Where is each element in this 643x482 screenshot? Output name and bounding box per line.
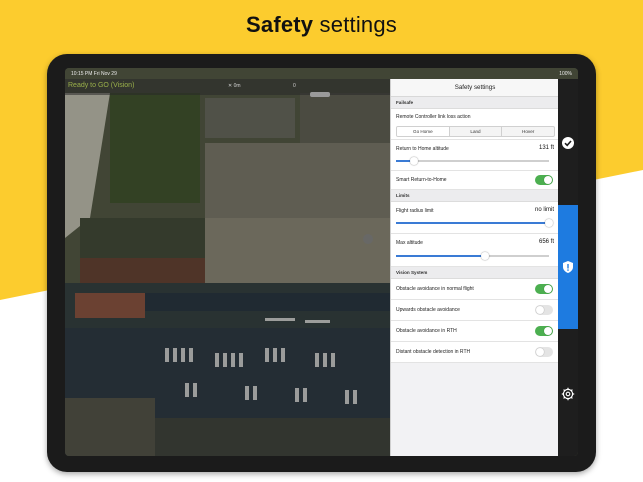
headline-bold: Safety — [246, 12, 314, 37]
max-altitude-slider-knob[interactable] — [480, 251, 489, 260]
headline-rest: settings — [313, 12, 397, 37]
vision-row-normal-flight: Obstacle avoidance in normal flight — [391, 279, 559, 300]
max-altitude-slider[interactable] — [396, 251, 549, 260]
option-go-home[interactable]: Go Home — [397, 127, 450, 136]
flight-radius-value: no limit — [534, 207, 554, 213]
link-loss-row: Remote Controller link loss action Go Ho… — [391, 109, 559, 140]
distance-value: 0m — [233, 83, 241, 89]
smart-rth-toggle[interactable] — [535, 175, 553, 185]
vision-row-rth: Obstacle avoidance in RTH — [391, 321, 559, 342]
flight-status[interactable]: Ready to GO (Vision) — [68, 82, 134, 89]
vision-row-upwards: Upwards obstacle avoidance — [391, 300, 559, 321]
headline: Safety settings — [0, 12, 643, 38]
max-altitude-row: Max altitude 656 ft — [391, 234, 559, 267]
gear-icon[interactable] — [561, 387, 575, 401]
status-bar: 10:15 PM Fri Nov 29 100% — [65, 68, 578, 79]
smart-rth-row: Smart Return-to-Home — [391, 171, 559, 190]
toggle-knob — [544, 327, 552, 335]
toggle-knob — [544, 176, 552, 184]
vision-system-list: Obstacle avoidance in normal flight Upwa… — [391, 279, 559, 363]
status-time: 10:15 PM Fri Nov 29 — [71, 71, 117, 77]
distant-detection-rth-toggle[interactable] — [535, 347, 553, 357]
option-land[interactable]: Land — [450, 127, 503, 136]
flight-radius-row: Flight radius limit no limit — [391, 202, 559, 234]
telemetry-bar: Ready to GO (Vision) ✕ 0m 0 — [65, 79, 390, 97]
link-loss-segmented-control[interactable]: Go Home Land Hover — [396, 126, 555, 137]
max-altitude-label: Max altitude — [396, 240, 423, 246]
flight-radius-slider[interactable] — [396, 218, 553, 227]
obstacle-avoidance-normal-toggle[interactable] — [535, 284, 553, 294]
rth-altitude-value: 131 ft — [538, 145, 554, 151]
toggle-knob — [536, 348, 544, 356]
drawer-handle[interactable] — [310, 92, 330, 97]
shield-alert-icon[interactable] — [561, 260, 575, 274]
section-failsafe: Failsafe — [391, 97, 559, 109]
toggle-knob — [536, 306, 544, 314]
section-limits: Limits — [391, 190, 559, 202]
panel-title: Safety settings — [391, 79, 559, 97]
signal-readout: 0 — [293, 83, 296, 89]
safety-settings-panel: Safety settings Failsafe Remote Controll… — [390, 79, 559, 456]
flight-radius-slider-fill — [396, 222, 549, 224]
distance-readout: ✕ 0m — [228, 83, 241, 89]
status-battery: 100% — [559, 71, 572, 77]
toggle-knob — [544, 285, 552, 293]
right-rail — [558, 79, 578, 456]
upwards-avoidance-toggle[interactable] — [535, 305, 553, 315]
max-altitude-value: 656 ft — [538, 239, 554, 245]
flight-radius-slider-knob[interactable] — [545, 218, 553, 227]
option-hover[interactable]: Hover — [502, 127, 554, 136]
rth-altitude-slider[interactable] — [396, 156, 549, 165]
max-altitude-slider-fill — [396, 255, 485, 257]
link-loss-label: Remote Controller link loss action — [396, 114, 471, 120]
obstacle-avoidance-rth-toggle[interactable] — [535, 326, 553, 336]
section-vision-system: Vision System — [391, 267, 559, 279]
rth-altitude-row: Return to Home altitude 131 ft — [391, 140, 559, 171]
vision-row-distant: Distant obstacle detection in RTH — [391, 342, 559, 363]
rth-altitude-label: Return to Home altitude — [396, 146, 449, 152]
checkmark-icon[interactable] — [561, 136, 575, 150]
rth-altitude-slider-knob[interactable] — [410, 156, 419, 165]
app-screen: 10:15 PM Fri Nov 29 100% Ready to GO (Vi… — [65, 68, 578, 456]
